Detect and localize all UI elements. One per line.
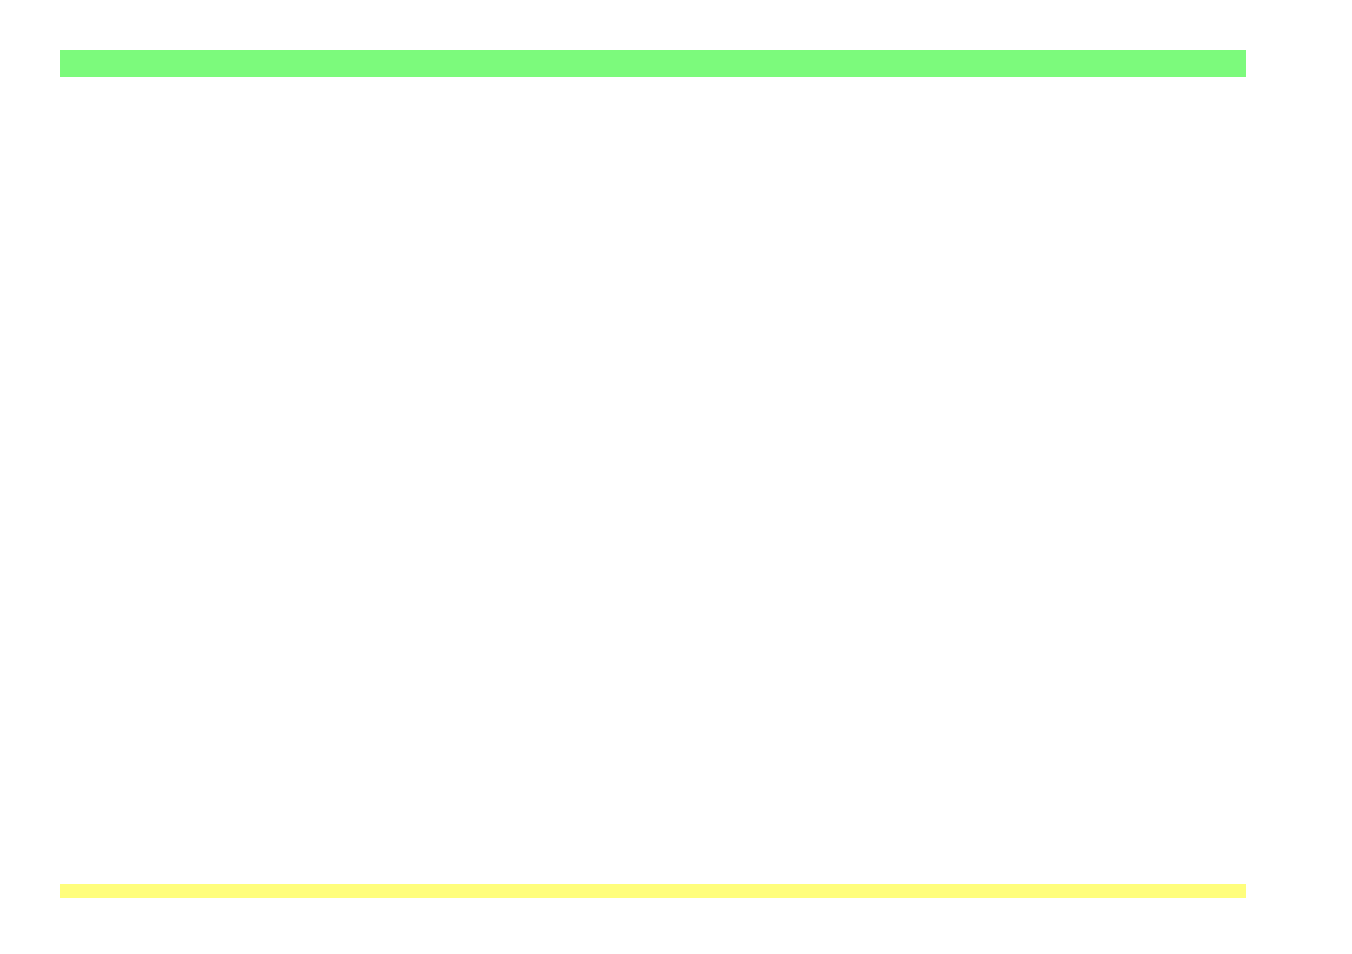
- top-bar: [60, 50, 1246, 77]
- bottom-bar: [60, 884, 1246, 898]
